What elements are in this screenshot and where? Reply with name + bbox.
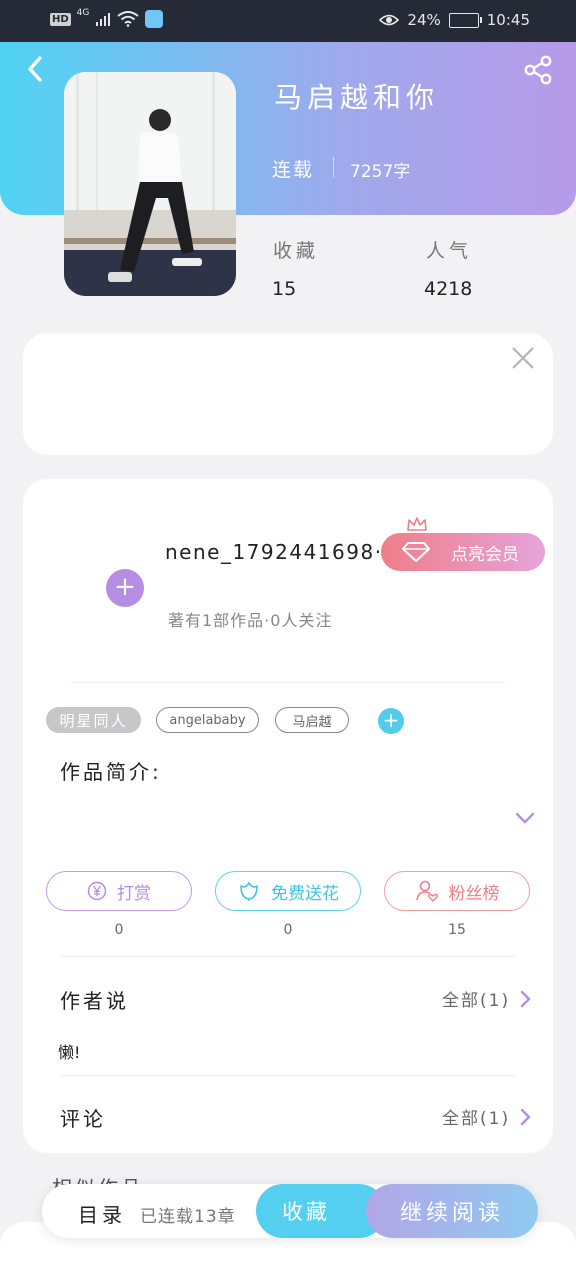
close-icon[interactable] bbox=[510, 345, 536, 371]
tag-item[interactable]: 明星同人 bbox=[46, 707, 141, 733]
tip-count: 0 bbox=[114, 922, 124, 938]
detail-card bbox=[23, 479, 553, 1153]
favorites-label: 收藏 bbox=[273, 240, 320, 262]
status-bar: HD 4G 24% 10:45 bbox=[0, 0, 576, 42]
add-tag-button[interactable]: + bbox=[378, 708, 404, 734]
chevron-right-icon bbox=[520, 990, 531, 1007]
crown-icon bbox=[407, 517, 427, 531]
author-says-all-link[interactable]: 全部(1) bbox=[442, 986, 532, 1011]
chapter-count: 已连载13章 bbox=[140, 1207, 236, 1227]
intro-heading: 作品简介: bbox=[60, 760, 162, 784]
comments-all-link[interactable]: 全部(1) bbox=[442, 1104, 532, 1129]
flower-count: 0 bbox=[283, 922, 293, 938]
serial-status: 连载 bbox=[272, 159, 315, 181]
diamond-icon bbox=[402, 542, 430, 562]
battery-icon bbox=[448, 12, 482, 28]
chevron-right-icon bbox=[520, 1108, 531, 1125]
tag-item[interactable]: 马启越 bbox=[275, 707, 349, 733]
eye-icon bbox=[379, 14, 400, 26]
favorites-count: 15 bbox=[272, 278, 297, 300]
wifi-icon bbox=[117, 11, 139, 27]
author-name[interactable]: nene_1792441698··· bbox=[165, 540, 380, 564]
fan-ranking-label: 粉丝榜 bbox=[448, 883, 500, 904]
divider bbox=[70, 682, 506, 683]
vip-button-label: 点亮会员 bbox=[451, 544, 519, 565]
fan-ranking-button[interactable]: 粉丝榜 bbox=[384, 871, 530, 911]
continue-reading-button[interactable]: 继续阅读 bbox=[366, 1184, 538, 1238]
tag-label: 马启越 bbox=[292, 714, 332, 730]
comments-heading: 评论 bbox=[60, 1107, 106, 1131]
yen-icon bbox=[87, 881, 107, 901]
chevron-down-icon[interactable] bbox=[514, 810, 536, 826]
tag-label: angelababy bbox=[169, 712, 246, 728]
author-says-all-label: 全部(1) bbox=[442, 991, 511, 1011]
word-count: 7257字 bbox=[350, 162, 411, 182]
comments-all-label: 全部(1) bbox=[442, 1109, 511, 1129]
network-label: 4G bbox=[76, 8, 90, 18]
share-icon[interactable] bbox=[522, 54, 554, 86]
author-says-text: 懒! bbox=[58, 1043, 81, 1062]
banner-card bbox=[23, 333, 553, 455]
divider bbox=[333, 157, 334, 177]
follow-author-button[interactable]: + bbox=[106, 569, 144, 607]
book-cover-image[interactable] bbox=[64, 72, 236, 296]
send-flower-button[interactable]: 免费送花 bbox=[215, 871, 361, 911]
tag-label: 明星同人 bbox=[59, 711, 128, 730]
table-of-contents-button[interactable]: 目录 bbox=[78, 1199, 126, 1228]
send-flower-label: 免费送花 bbox=[271, 883, 339, 904]
author-stats: 著有1部作品·0人关注 bbox=[168, 611, 333, 630]
popularity-label: 人气 bbox=[426, 240, 473, 262]
flower-icon bbox=[240, 882, 258, 901]
app-notification-icon bbox=[145, 10, 164, 28]
cover-photo bbox=[64, 72, 236, 296]
author-says-heading: 作者说 bbox=[60, 989, 129, 1013]
book-title: 马启越和你 bbox=[274, 81, 440, 114]
signal-icon bbox=[96, 13, 111, 26]
continue-label: 继续阅读 bbox=[399, 1201, 504, 1226]
popularity-count: 4218 bbox=[424, 278, 473, 300]
collect-label: 收藏 bbox=[282, 1200, 330, 1224]
tip-label: 打赏 bbox=[117, 883, 151, 904]
clock: 10:45 bbox=[486, 11, 530, 29]
tag-item[interactable]: angelababy bbox=[156, 707, 259, 733]
battery-percent: 24% bbox=[407, 11, 441, 29]
divider bbox=[60, 1075, 516, 1076]
hd-indicator: HD bbox=[50, 12, 71, 26]
back-icon[interactable] bbox=[22, 52, 50, 86]
tip-button[interactable]: 打赏 bbox=[46, 871, 192, 911]
fan-count: 15 bbox=[448, 922, 466, 938]
user-heart-icon bbox=[415, 880, 438, 902]
divider bbox=[60, 956, 516, 957]
